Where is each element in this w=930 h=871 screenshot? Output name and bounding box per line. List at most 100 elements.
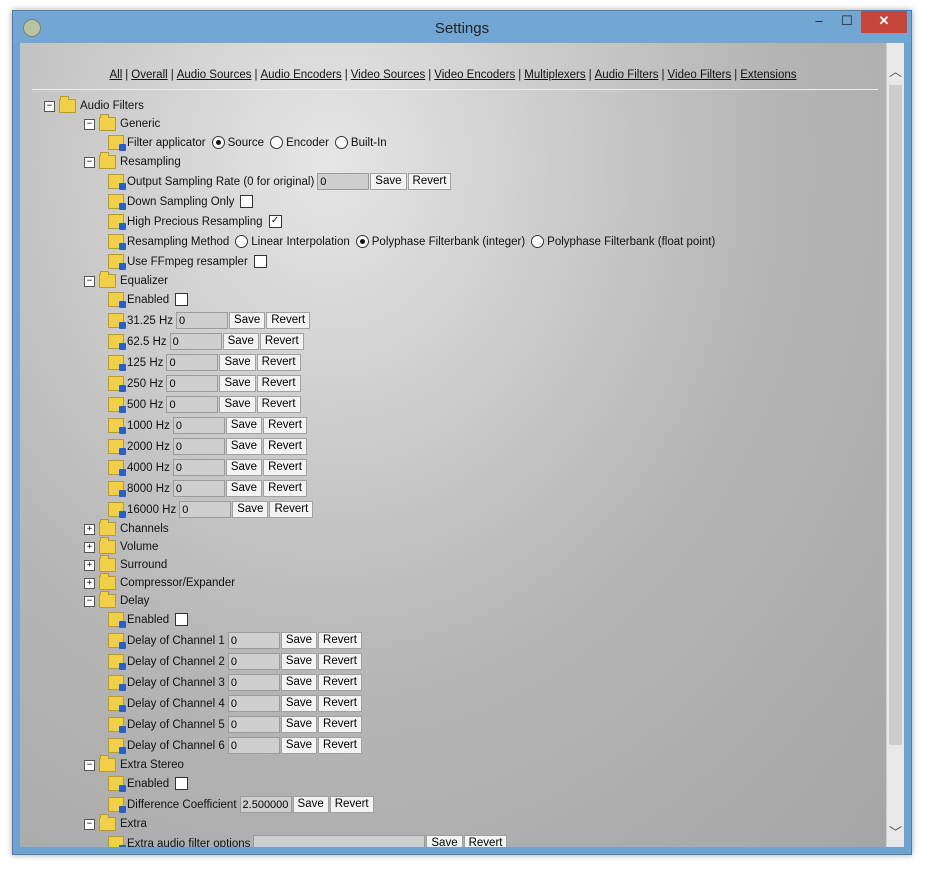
value-field[interactable] bbox=[172, 438, 225, 455]
revert-button[interactable]: Revert bbox=[318, 716, 362, 733]
revert-button[interactable]: Revert bbox=[318, 653, 362, 670]
revert-button[interactable]: Revert bbox=[259, 333, 304, 350]
tree-node-label[interactable]: Delay bbox=[120, 595, 149, 607]
value-field[interactable] bbox=[227, 632, 280, 649]
value-field[interactable] bbox=[227, 653, 280, 670]
scroll-thumb[interactable] bbox=[889, 85, 902, 745]
collapse-icon[interactable]: − bbox=[84, 818, 95, 830]
tree-node-label[interactable]: Equalizer bbox=[120, 275, 168, 287]
radio-button[interactable] bbox=[211, 136, 225, 149]
collapse-icon[interactable]: − bbox=[44, 100, 55, 112]
save-button[interactable]: Save bbox=[292, 796, 329, 813]
value-field[interactable] bbox=[172, 480, 225, 497]
value-field[interactable] bbox=[227, 674, 280, 691]
value-field[interactable] bbox=[169, 333, 222, 350]
revert-button[interactable]: Revert bbox=[318, 695, 362, 712]
close-button[interactable]: ✕ bbox=[861, 11, 907, 33]
vertical-scrollbar[interactable]: ︿ ﹀ bbox=[886, 43, 904, 847]
save-button[interactable]: Save bbox=[232, 501, 269, 518]
nav-link-multiplexers[interactable]: Multiplexers bbox=[524, 69, 585, 81]
radio-button[interactable] bbox=[334, 136, 348, 149]
collapse-icon[interactable]: − bbox=[84, 595, 95, 607]
tree-node-label[interactable]: Extra bbox=[120, 818, 147, 830]
revert-button[interactable]: Revert bbox=[269, 501, 314, 518]
maximize-button[interactable]: ☐ bbox=[833, 11, 861, 33]
revert-button[interactable]: Revert bbox=[263, 438, 307, 455]
nav-link-overall[interactable]: Overall bbox=[131, 69, 167, 81]
scroll-down-icon[interactable]: ﹀ bbox=[887, 824, 904, 841]
expand-icon[interactable]: + bbox=[84, 577, 95, 589]
revert-button[interactable]: Revert bbox=[407, 173, 452, 190]
tree-node-label[interactable]: Surround bbox=[120, 559, 167, 571]
revert-button[interactable]: Revert bbox=[263, 480, 307, 497]
revert-button[interactable]: Revert bbox=[256, 354, 301, 371]
minimize-button[interactable]: – bbox=[805, 11, 833, 33]
revert-button[interactable]: Revert bbox=[463, 835, 508, 847]
radio-button[interactable] bbox=[355, 235, 369, 248]
save-button[interactable]: Save bbox=[280, 632, 318, 649]
save-button[interactable]: Save bbox=[280, 695, 318, 712]
save-button[interactable]: Save bbox=[222, 333, 259, 350]
revert-button[interactable]: Revert bbox=[256, 375, 301, 392]
value-field[interactable] bbox=[166, 375, 219, 392]
save-button[interactable]: Save bbox=[280, 716, 318, 733]
checkbox[interactable]: ✓ bbox=[268, 215, 282, 228]
tree-node-label[interactable]: Compressor/Expander bbox=[120, 577, 235, 589]
save-button[interactable]: Save bbox=[370, 173, 407, 190]
radio-button[interactable] bbox=[531, 235, 545, 248]
save-button[interactable]: Save bbox=[219, 396, 256, 413]
revert-button[interactable]: Revert bbox=[318, 674, 362, 691]
save-button[interactable]: Save bbox=[280, 737, 318, 754]
save-button[interactable]: Save bbox=[219, 375, 256, 392]
radio-button[interactable] bbox=[235, 235, 249, 248]
value-field[interactable] bbox=[166, 396, 219, 413]
save-button[interactable]: Save bbox=[225, 480, 263, 497]
expand-icon[interactable]: + bbox=[84, 559, 95, 571]
tree-node-label[interactable]: Extra Stereo bbox=[120, 759, 184, 771]
title-bar[interactable]: Settings – ☐ ✕ bbox=[13, 11, 911, 43]
expand-icon[interactable]: + bbox=[84, 523, 95, 535]
save-button[interactable]: Save bbox=[225, 459, 263, 476]
save-button[interactable]: Save bbox=[280, 674, 318, 691]
checkbox[interactable] bbox=[240, 195, 254, 208]
nav-link-all[interactable]: All bbox=[109, 69, 122, 81]
value-field[interactable] bbox=[239, 796, 292, 813]
nav-link-extensions[interactable]: Extensions bbox=[740, 69, 796, 81]
value-field[interactable] bbox=[227, 737, 280, 754]
checkbox[interactable] bbox=[175, 613, 189, 626]
nav-link-audio-sources[interactable]: Audio Sources bbox=[177, 69, 252, 81]
value-field[interactable] bbox=[172, 459, 225, 476]
collapse-icon[interactable]: − bbox=[84, 156, 95, 168]
value-field[interactable] bbox=[172, 417, 225, 434]
value-field[interactable] bbox=[166, 354, 219, 371]
tree-node-label[interactable]: Audio Filters bbox=[80, 100, 144, 112]
save-button[interactable]: Save bbox=[426, 835, 463, 847]
nav-link-video-filters[interactable]: Video Filters bbox=[668, 69, 732, 81]
nav-link-video-sources[interactable]: Video Sources bbox=[351, 69, 426, 81]
save-button[interactable]: Save bbox=[225, 438, 263, 455]
revert-button[interactable]: Revert bbox=[266, 312, 311, 329]
radio-button[interactable] bbox=[270, 136, 284, 149]
collapse-icon[interactable]: − bbox=[84, 759, 95, 771]
revert-button[interactable]: Revert bbox=[256, 396, 301, 413]
nav-link-audio-filters[interactable]: Audio Filters bbox=[595, 69, 659, 81]
tree-node-label[interactable]: Channels bbox=[120, 523, 169, 535]
checkbox[interactable] bbox=[175, 293, 189, 306]
nav-link-video-encoders[interactable]: Video Encoders bbox=[434, 69, 515, 81]
value-field[interactable] bbox=[317, 173, 370, 190]
value-field[interactable] bbox=[179, 501, 232, 518]
collapse-icon[interactable]: − bbox=[84, 118, 95, 130]
value-field[interactable] bbox=[253, 835, 426, 847]
scroll-up-icon[interactable]: ︿ bbox=[887, 63, 904, 80]
revert-button[interactable]: Revert bbox=[263, 417, 307, 434]
expand-icon[interactable]: + bbox=[84, 541, 95, 553]
tree-node-label[interactable]: Generic bbox=[120, 118, 160, 130]
revert-button[interactable]: Revert bbox=[318, 632, 362, 649]
revert-button[interactable]: Revert bbox=[263, 459, 307, 476]
save-button[interactable]: Save bbox=[219, 354, 256, 371]
revert-button[interactable]: Revert bbox=[318, 737, 362, 754]
tree-node-label[interactable]: Volume bbox=[120, 541, 158, 553]
revert-button[interactable]: Revert bbox=[329, 796, 374, 813]
collapse-icon[interactable]: − bbox=[84, 275, 95, 287]
nav-link-audio-encoders[interactable]: Audio Encoders bbox=[260, 69, 341, 81]
